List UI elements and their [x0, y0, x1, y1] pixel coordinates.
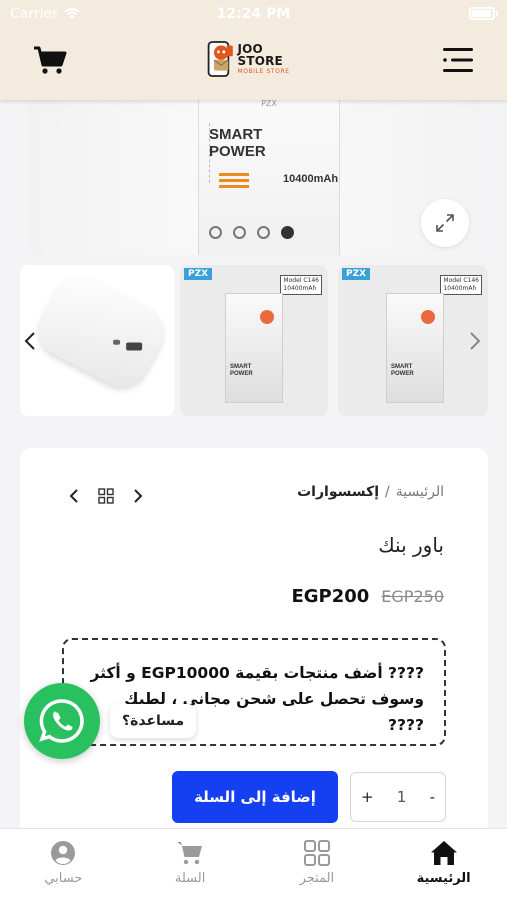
next-product-button[interactable] [128, 486, 148, 506]
pagination-dot[interactable] [257, 226, 270, 239]
thumbnail-2[interactable]: PZX Model C146 10400mAh SMART POWER [180, 265, 328, 416]
qty-plus-button[interactable]: + [361, 788, 374, 806]
tab-store-label: المتجر [299, 871, 335, 886]
pagination-dot-active[interactable] [281, 226, 294, 239]
grid-icon [98, 488, 114, 504]
product-details-card: الرئيسية / إكسسوارات باور بنك EGP200 EGP… [20, 448, 488, 848]
thumbnails-prev-button[interactable] [20, 326, 40, 356]
qty-value[interactable]: 1 [397, 788, 407, 806]
usb-port [126, 342, 143, 351]
thumb-capacity: 10400mAh [443, 284, 477, 292]
thumbnail-1[interactable] [20, 265, 174, 416]
app-header: Carrier 12:24 PM JOO STORE MOBILE STORE [0, 0, 507, 100]
qty-minus-button[interactable]: - [430, 788, 435, 806]
cart-icon [34, 46, 67, 74]
box-title-line2: POWER [209, 143, 266, 160]
thumb-box-illustration: SMART POWER [386, 293, 444, 403]
product-title: باور بنك [378, 533, 444, 557]
powerbank-illustration [28, 265, 174, 396]
thumb-model: Model C146 [443, 277, 479, 284]
logo-title: JOO STORE [237, 42, 283, 68]
header-cart-button[interactable] [30, 40, 70, 80]
thumb-capacity: 10400mAh [283, 284, 317, 292]
chevron-right-icon [134, 489, 143, 503]
product-prices: EGP200 EGP250 [291, 586, 444, 607]
tab-cart[interactable]: السلة [127, 829, 254, 900]
thumbnail-strip: PZX Model C146 10400mAh SMART POWER PZX M… [0, 265, 507, 416]
whatsapp-button[interactable] [24, 683, 100, 759]
thumb-brand-tag: PZX [184, 268, 213, 280]
home-icon [430, 841, 457, 865]
breadcrumb-separator: / [385, 484, 390, 500]
pagination-dot[interactable] [209, 226, 222, 239]
store-grid-icon [303, 840, 330, 866]
whatsapp-icon [39, 699, 84, 743]
tab-cart-label: السلة [174, 871, 206, 886]
breadcrumb-current[interactable]: إكسسوارات [297, 484, 379, 500]
thumb-brand-tag: PZX [342, 268, 371, 280]
chevron-left-icon [69, 489, 78, 503]
fullscreen-button[interactable] [421, 199, 469, 247]
cart-icon [177, 842, 203, 865]
tab-home-label: الرئيسية [416, 871, 471, 886]
product-grid-button[interactable] [96, 486, 116, 506]
box-badge [260, 310, 274, 324]
chevron-right-icon [470, 332, 481, 350]
logo-subtitle: MOBILE STORE [237, 68, 290, 75]
store-logo[interactable]: JOO STORE MOBILE STORE [205, 34, 305, 84]
menu-icon [443, 48, 473, 72]
box-label: SMART POWER [391, 364, 414, 377]
expand-icon [436, 214, 454, 232]
box-orange-stripes [219, 173, 249, 193]
image-pagination-dots [209, 226, 294, 239]
thumb-model-tag: Model C146 10400mAh [440, 275, 482, 295]
product-pager [64, 486, 148, 506]
thumbnails-next-button[interactable] [465, 326, 485, 356]
battery-icon [469, 7, 498, 20]
micro-port [113, 339, 121, 345]
thumb-box-illustration: SMART POWER [225, 293, 283, 403]
whatsapp-tooltip: مساعدة؟ [110, 704, 197, 738]
pagination-dot[interactable] [233, 226, 246, 239]
account-icon [51, 841, 76, 865]
price-old: EGP250 [381, 587, 444, 606]
price-current: EGP200 [291, 586, 370, 607]
quantity-stepper: + 1 - [350, 772, 446, 822]
thumb-model: Model C146 [283, 277, 319, 284]
header-menu-button[interactable] [439, 40, 479, 80]
prev-product-button[interactable] [64, 486, 84, 506]
tab-account-label: حسابي [44, 871, 83, 886]
logo-mascot-icon [207, 41, 233, 77]
box-badge [421, 310, 435, 324]
box-capacity: 10400mAh [283, 173, 339, 185]
box-title-line1: SMART [209, 126, 263, 143]
breadcrumb-home[interactable]: الرئيسية [396, 484, 444, 500]
tab-home[interactable]: الرئيسية [380, 829, 507, 900]
bottom-tab-bar: حسابي السلة المتجر الرئيسية [0, 828, 507, 900]
status-time: 12:24 PM [216, 6, 291, 22]
box-brand: PZX [261, 100, 277, 108]
chevron-left-icon [24, 332, 35, 350]
tab-store[interactable]: المتجر [254, 829, 381, 900]
add-to-cart-button[interactable]: إضافة إلى السلة [172, 771, 338, 823]
thumb-model-tag: Model C146 10400mAh [280, 275, 322, 295]
breadcrumb: الرئيسية / إكسسوارات [297, 484, 444, 500]
status-bar: Carrier 12:24 PM [0, 0, 507, 28]
box-label: SMART POWER [230, 364, 253, 377]
tab-account[interactable]: حسابي [0, 829, 127, 900]
